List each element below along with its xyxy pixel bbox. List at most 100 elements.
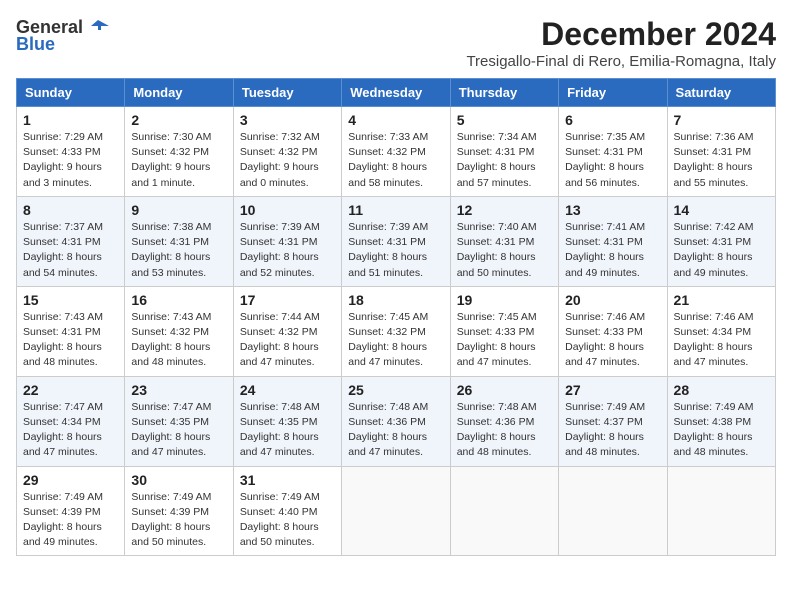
day-info: Sunrise: 7:45 AMSunset: 4:33 PMDaylight:…	[457, 310, 552, 371]
calendar-cell: 17 Sunrise: 7:44 AMSunset: 4:32 PMDayligh…	[233, 286, 341, 376]
calendar-cell: 19 Sunrise: 7:45 AMSunset: 4:33 PMDayligh…	[450, 286, 558, 376]
calendar-cell: 18 Sunrise: 7:45 AMSunset: 4:32 PMDayligh…	[342, 286, 450, 376]
day-number: 12	[457, 202, 552, 218]
calendar-table: SundayMondayTuesdayWednesdayThursdayFrid…	[16, 78, 776, 556]
calendar-cell	[342, 466, 450, 556]
calendar-cell: 5 Sunrise: 7:34 AMSunset: 4:31 PMDaylight…	[450, 107, 558, 197]
day-info: Sunrise: 7:49 AMSunset: 4:39 PMDaylight:…	[131, 490, 226, 551]
location-title: Tresigallo-Final di Rero, Emilia-Romagna…	[466, 53, 776, 70]
day-info: Sunrise: 7:38 AMSunset: 4:31 PMDaylight:…	[131, 220, 226, 281]
month-title: December 2024	[466, 16, 776, 53]
calendar-week-row: 15 Sunrise: 7:43 AMSunset: 4:31 PMDayligh…	[17, 286, 776, 376]
calendar-cell: 9Sunrise: 7:38 AMSunset: 4:31 PMDaylight…	[125, 196, 233, 286]
calendar-cell: 2 Sunrise: 7:30 AMSunset: 4:32 PMDaylight…	[125, 107, 233, 197]
calendar-cell: 20Sunrise: 7:46 AMSunset: 4:33 PMDayligh…	[559, 286, 667, 376]
day-info: Sunrise: 7:44 AMSunset: 4:32 PMDaylight:…	[240, 310, 335, 371]
day-info: Sunrise: 7:43 AMSunset: 4:32 PMDaylight:…	[131, 310, 226, 371]
calendar-cell: 27 Sunrise: 7:49 AMSunset: 4:37 PMDayligh…	[559, 376, 667, 466]
day-info: Sunrise: 7:33 AMSunset: 4:32 PMDaylight:…	[348, 130, 443, 191]
day-info: Sunrise: 7:39 AMSunset: 4:31 PMDaylight:…	[348, 220, 443, 281]
weekday-header-wednesday: Wednesday	[342, 79, 450, 107]
calendar-cell: 25 Sunrise: 7:48 AMSunset: 4:36 PMDayligh…	[342, 376, 450, 466]
day-number: 11	[348, 202, 443, 218]
day-number: 19	[457, 292, 552, 308]
day-number: 23	[131, 382, 226, 398]
calendar-cell: 7 Sunrise: 7:36 AMSunset: 4:31 PMDaylight…	[667, 107, 775, 197]
day-info: Sunrise: 7:36 AMSunset: 4:31 PMDaylight:…	[674, 130, 769, 191]
calendar-cell: 26Sunrise: 7:48 AMSunset: 4:36 PMDayligh…	[450, 376, 558, 466]
page-header: General Blue December 2024 Tresigallo-Fi…	[16, 16, 776, 70]
day-number: 10	[240, 202, 335, 218]
day-info: Sunrise: 7:49 AMSunset: 4:37 PMDaylight:…	[565, 400, 660, 461]
day-number: 14	[674, 202, 769, 218]
day-info: Sunrise: 7:30 AMSunset: 4:32 PMDaylight:…	[131, 130, 226, 191]
calendar-cell: 11 Sunrise: 7:39 AMSunset: 4:31 PMDayligh…	[342, 196, 450, 286]
day-info: Sunrise: 7:34 AMSunset: 4:31 PMDaylight:…	[457, 130, 552, 191]
calendar-week-row: 22Sunrise: 7:47 AMSunset: 4:34 PMDayligh…	[17, 376, 776, 466]
calendar-cell: 15 Sunrise: 7:43 AMSunset: 4:31 PMDayligh…	[17, 286, 125, 376]
calendar-cell: 8Sunrise: 7:37 AMSunset: 4:31 PMDaylight…	[17, 196, 125, 286]
calendar-week-row: 8Sunrise: 7:37 AMSunset: 4:31 PMDaylight…	[17, 196, 776, 286]
calendar-cell: 23 Sunrise: 7:47 AMSunset: 4:35 PMDayligh…	[125, 376, 233, 466]
day-info: Sunrise: 7:35 AMSunset: 4:31 PMDaylight:…	[565, 130, 660, 191]
title-section: December 2024 Tresigallo-Final di Rero, …	[466, 16, 776, 70]
day-number: 30	[131, 472, 226, 488]
weekday-header-thursday: Thursday	[450, 79, 558, 107]
day-number: 21	[674, 292, 769, 308]
day-info: Sunrise: 7:45 AMSunset: 4:32 PMDaylight:…	[348, 310, 443, 371]
weekday-header-row: SundayMondayTuesdayWednesdayThursdayFrid…	[17, 79, 776, 107]
day-info: Sunrise: 7:40 AMSunset: 4:31 PMDaylight:…	[457, 220, 552, 281]
day-info: Sunrise: 7:48 AMSunset: 4:36 PMDaylight:…	[348, 400, 443, 461]
calendar-cell: 31Sunrise: 7:49 AMSunset: 4:40 PMDayligh…	[233, 466, 341, 556]
calendar-cell	[667, 466, 775, 556]
calendar-cell: 29Sunrise: 7:49 AMSunset: 4:39 PMDayligh…	[17, 466, 125, 556]
calendar-cell	[450, 466, 558, 556]
day-number: 7	[674, 112, 769, 128]
calendar-cell: 1 Sunrise: 7:29 AMSunset: 4:33 PMDaylight…	[17, 107, 125, 197]
day-info: Sunrise: 7:41 AMSunset: 4:31 PMDaylight:…	[565, 220, 660, 281]
logo-blue: Blue	[16, 34, 55, 55]
day-number: 5	[457, 112, 552, 128]
day-number: 6	[565, 112, 660, 128]
calendar-cell: 3 Sunrise: 7:32 AMSunset: 4:32 PMDaylight…	[233, 107, 341, 197]
day-number: 27	[565, 382, 660, 398]
calendar-cell: 4 Sunrise: 7:33 AMSunset: 4:32 PMDaylight…	[342, 107, 450, 197]
day-number: 28	[674, 382, 769, 398]
day-number: 3	[240, 112, 335, 128]
day-info: Sunrise: 7:43 AMSunset: 4:31 PMDaylight:…	[23, 310, 118, 371]
day-number: 2	[131, 112, 226, 128]
day-number: 4	[348, 112, 443, 128]
calendar-week-row: 1 Sunrise: 7:29 AMSunset: 4:33 PMDaylight…	[17, 107, 776, 197]
day-number: 15	[23, 292, 118, 308]
day-info: Sunrise: 7:49 AMSunset: 4:38 PMDaylight:…	[674, 400, 769, 461]
calendar-cell: 14Sunrise: 7:42 AMSunset: 4:31 PMDayligh…	[667, 196, 775, 286]
calendar-cell: 28 Sunrise: 7:49 AMSunset: 4:38 PMDayligh…	[667, 376, 775, 466]
weekday-header-sunday: Sunday	[17, 79, 125, 107]
day-info: Sunrise: 7:48 AMSunset: 4:35 PMDaylight:…	[240, 400, 335, 461]
calendar-cell: 24 Sunrise: 7:48 AMSunset: 4:35 PMDayligh…	[233, 376, 341, 466]
day-info: Sunrise: 7:39 AMSunset: 4:31 PMDaylight:…	[240, 220, 335, 281]
calendar-cell: 30 Sunrise: 7:49 AMSunset: 4:39 PMDayligh…	[125, 466, 233, 556]
day-info: Sunrise: 7:47 AMSunset: 4:35 PMDaylight:…	[131, 400, 226, 461]
calendar-cell: 22Sunrise: 7:47 AMSunset: 4:34 PMDayligh…	[17, 376, 125, 466]
day-number: 1	[23, 112, 118, 128]
day-number: 24	[240, 382, 335, 398]
day-info: Sunrise: 7:32 AMSunset: 4:32 PMDaylight:…	[240, 130, 335, 191]
calendar-cell	[559, 466, 667, 556]
day-number: 13	[565, 202, 660, 218]
day-number: 29	[23, 472, 118, 488]
day-number: 22	[23, 382, 118, 398]
day-number: 16	[131, 292, 226, 308]
day-info: Sunrise: 7:29 AMSunset: 4:33 PMDaylight:…	[23, 130, 118, 191]
weekday-header-tuesday: Tuesday	[233, 79, 341, 107]
weekday-header-monday: Monday	[125, 79, 233, 107]
day-number: 31	[240, 472, 335, 488]
day-info: Sunrise: 7:48 AMSunset: 4:36 PMDaylight:…	[457, 400, 552, 461]
day-number: 18	[348, 292, 443, 308]
calendar-cell: 21Sunrise: 7:46 AMSunset: 4:34 PMDayligh…	[667, 286, 775, 376]
calendar-cell: 16 Sunrise: 7:43 AMSunset: 4:32 PMDayligh…	[125, 286, 233, 376]
day-number: 25	[348, 382, 443, 398]
calendar-cell: 10 Sunrise: 7:39 AMSunset: 4:31 PMDayligh…	[233, 196, 341, 286]
day-number: 17	[240, 292, 335, 308]
day-info: Sunrise: 7:37 AMSunset: 4:31 PMDaylight:…	[23, 220, 118, 281]
